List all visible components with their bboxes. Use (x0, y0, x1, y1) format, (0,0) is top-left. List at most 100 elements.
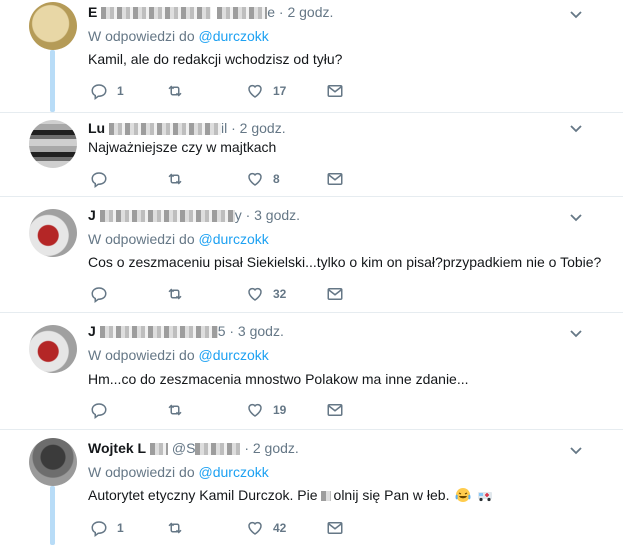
ambulance-emoji-icon (478, 492, 493, 502)
avatar[interactable] (29, 209, 77, 257)
reply-label: W odpowiedzi do (88, 231, 195, 247)
reply-context: W odpowiedzi do @durczokk (88, 464, 269, 480)
retweet-button[interactable] (166, 169, 193, 189)
like-count: 8 (273, 172, 280, 186)
reply-label: W odpowiedzi do (88, 28, 195, 44)
tweet-header: J y · 3 godz. (88, 207, 300, 223)
message-button[interactable] (326, 518, 344, 538)
reply-button[interactable] (90, 169, 117, 189)
envelope-icon (327, 173, 343, 185)
reply-label: W odpowiedzi do (88, 347, 195, 363)
tweet-3[interactable]: J y · 3 godz. W odpowiedzi do @durczokk … (0, 197, 623, 312)
user-name[interactable]: J (88, 207, 96, 223)
tweet-2[interactable]: Lu il · 2 godz. Najważniejsze czy w majt… (0, 113, 623, 196)
retweet-button[interactable] (166, 400, 193, 420)
like-button[interactable]: 19 (246, 400, 286, 420)
chevron-down-icon[interactable] (568, 6, 584, 22)
thread-line (50, 50, 55, 112)
action-bar: 19 (88, 400, 358, 420)
retweet-button[interactable] (166, 284, 193, 304)
redacted-name (99, 210, 235, 223)
reply-mention[interactable]: @durczokk (199, 464, 269, 480)
reply-mention[interactable]: @durczokk (199, 28, 269, 44)
chevron-down-icon[interactable] (568, 325, 584, 341)
tweet-text: Kamil, ale do redakcji wchodzisz od tyłu… (88, 51, 343, 67)
retweet-icon (168, 85, 182, 97)
redacted-name (101, 7, 212, 20)
reply-button[interactable] (90, 284, 117, 304)
retweet-button[interactable] (166, 81, 193, 101)
reply-button[interactable] (90, 400, 117, 420)
tweet-text-part-1: Autorytet etyczny Kamil Durczok. Pie (88, 487, 318, 503)
reply-icon (91, 84, 107, 100)
reply-button[interactable]: 1 (90, 518, 124, 538)
envelope-icon (327, 288, 343, 300)
reply-count: 1 (117, 521, 124, 535)
laughing-tears-emoji-icon (455, 488, 471, 502)
tweet-header: J 5 · 3 godz. (88, 323, 284, 339)
envelope-icon (327, 404, 343, 416)
reply-mention[interactable]: @durczokk (199, 231, 269, 247)
redacted-handle (195, 443, 241, 456)
reply-button[interactable]: 1 (90, 81, 124, 101)
tweet-header: Wojtek L @S · 2 godz. (88, 440, 299, 456)
thread-line (50, 486, 55, 545)
reply-context: W odpowiedzi do @durczokk (88, 28, 269, 44)
heart-icon (248, 84, 262, 98)
envelope-icon (327, 522, 343, 534)
tweet-header: Lu il · 2 godz. (88, 120, 286, 136)
message-button[interactable] (326, 81, 344, 101)
tweet-5[interactable]: Wojtek L @S · 2 godz. W odpowiedzi do @d… (0, 430, 623, 545)
retweet-button[interactable] (166, 518, 193, 538)
timestamp[interactable]: · 2 godz. (244, 440, 298, 456)
avatar[interactable] (29, 120, 77, 168)
user-name[interactable]: Lu (88, 120, 105, 136)
retweet-icon (168, 173, 182, 185)
chevron-down-icon[interactable] (568, 442, 584, 458)
timestamp[interactable]: · 3 godz. (229, 323, 283, 339)
tweet-text-part-2: olnij się Pan w łeb. (333, 487, 450, 503)
like-button[interactable]: 32 (246, 284, 286, 304)
user-handle[interactable]: @S (172, 440, 196, 456)
redacted-name (109, 123, 221, 136)
avatar[interactable] (29, 438, 77, 486)
message-button[interactable] (326, 284, 344, 304)
tweet-text: Cos o zeszmaceniu pisał Siekielski...tyl… (88, 254, 602, 270)
chevron-down-icon[interactable] (568, 120, 584, 136)
tweet-1[interactable]: E e · 2 godz. W odpowiedzi do @durczokk … (0, 0, 623, 112)
reply-label: W odpowiedzi do (88, 464, 195, 480)
reply-mention[interactable]: @durczokk (199, 347, 269, 363)
user-handle[interactable]: e (267, 4, 275, 20)
tweet-4[interactable]: J 5 · 3 godz. W odpowiedzi do @durczokk … (0, 313, 623, 429)
avatar[interactable] (29, 325, 77, 373)
reply-context: W odpowiedzi do @durczokk (88, 347, 269, 363)
like-count: 17 (273, 84, 287, 98)
user-name[interactable]: Wojtek L (88, 440, 146, 456)
message-button[interactable] (326, 169, 344, 189)
user-name[interactable]: J (88, 323, 96, 339)
tweet-text: Hm...co do zeszmacenia mnostwo Polakow m… (88, 371, 469, 387)
message-button[interactable] (326, 400, 344, 420)
like-button[interactable]: 42 (246, 518, 286, 538)
reply-icon (91, 172, 107, 188)
chevron-down-icon[interactable] (568, 209, 584, 225)
retweet-icon (168, 522, 182, 534)
timestamp[interactable]: · 2 godz. (279, 4, 333, 20)
redacted-name (99, 326, 218, 339)
user-handle[interactable]: y (235, 207, 242, 223)
action-bar: 1 42 (88, 518, 358, 538)
action-bar: 1 17 (88, 81, 358, 101)
like-button[interactable]: 8 (246, 169, 280, 189)
heart-icon (248, 403, 262, 417)
timestamp[interactable]: · 2 godz. (231, 120, 285, 136)
action-bar: 32 (88, 284, 358, 304)
user-handle[interactable]: 5 (218, 323, 226, 339)
timestamp[interactable]: · 3 godz. (246, 207, 300, 223)
avatar[interactable] (29, 2, 77, 50)
like-count: 19 (273, 403, 287, 417)
reply-count: 1 (117, 84, 124, 98)
user-name[interactable]: E (88, 4, 97, 20)
like-button[interactable]: 17 (246, 81, 286, 101)
action-bar: 8 (88, 169, 358, 189)
user-handle[interactable]: il (221, 120, 227, 136)
